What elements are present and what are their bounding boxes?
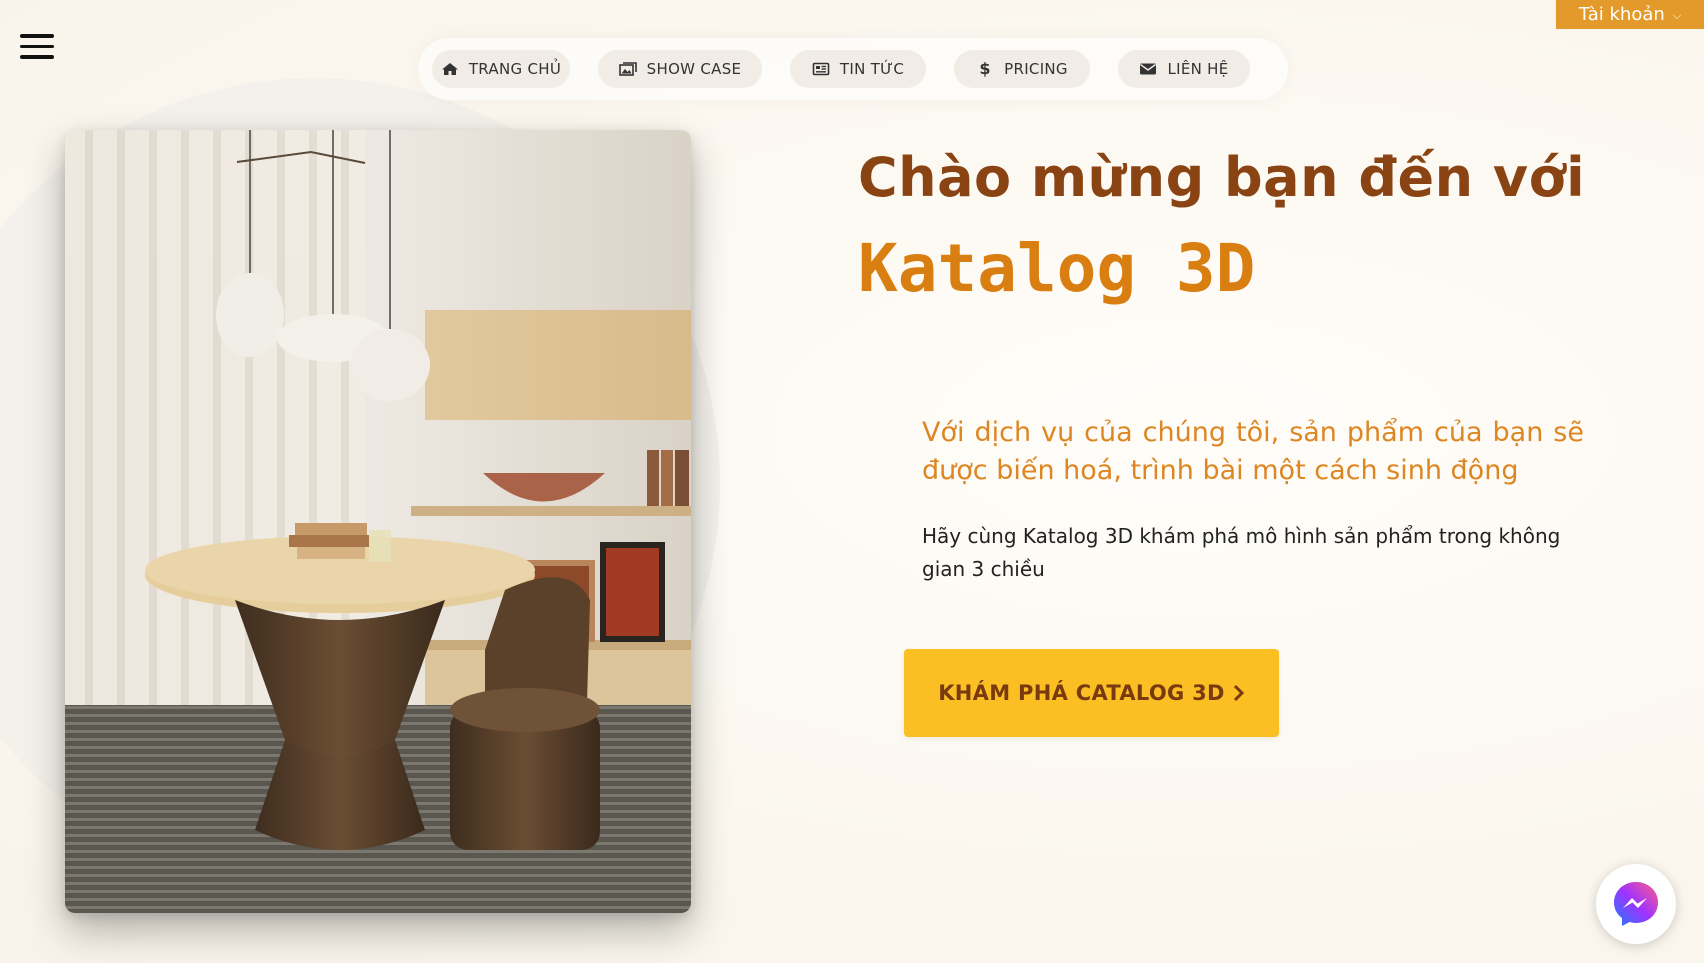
account-dropdown[interactable]: Tài khoản ⌵: [1556, 0, 1704, 29]
home-icon: [441, 63, 458, 75]
hero-interior-image: [65, 130, 691, 913]
main-nav: TRANG CHỦ SHOW CASE TIN TỨC $ PRICING LI…: [418, 38, 1288, 100]
images-icon: [618, 62, 637, 76]
nav-pricing-label: PRICING: [1004, 60, 1068, 78]
welcome-heading: Chào mừng bạn đến với: [858, 146, 1586, 209]
nav-showcase[interactable]: SHOW CASE: [598, 50, 762, 88]
chevron-right-icon: [1233, 684, 1244, 702]
explore-catalog-label: KHÁM PHÁ CATALOG 3D: [938, 681, 1225, 705]
messenger-chat-button[interactable]: [1596, 864, 1676, 944]
messenger-icon: [1614, 882, 1658, 926]
chevron-down-icon: ⌵: [1672, 9, 1682, 22]
nav-pricing[interactable]: $ PRICING: [954, 50, 1090, 88]
nav-news[interactable]: TIN TỨC: [790, 50, 926, 88]
hamburger-menu-icon[interactable]: [20, 34, 54, 60]
newspaper-icon: [812, 62, 830, 76]
nav-showcase-label: SHOW CASE: [646, 60, 742, 78]
envelope-icon: [1140, 63, 1157, 75]
nav-contact[interactable]: LIÊN HỆ: [1118, 50, 1250, 88]
account-label: Tài khoản: [1578, 4, 1665, 25]
nav-news-label: TIN TỨC: [839, 60, 905, 78]
nav-home-label: TRANG CHỦ: [468, 60, 562, 78]
explore-catalog-button[interactable]: KHÁM PHÁ CATALOG 3D: [904, 649, 1279, 737]
hero-tagline: Với dịch vụ của chúng tôi, sản phẩm của …: [922, 417, 1584, 486]
dollar-icon: $: [979, 59, 991, 78]
nav-home[interactable]: TRANG CHỦ: [432, 50, 570, 88]
brand-title: Katalog 3D: [858, 230, 1256, 307]
page: Tài khoản ⌵ TRANG CHỦ SHOW CASE TIN TỨC …: [0, 0, 1704, 963]
nav-contact-label: LIÊN HỆ: [1167, 60, 1229, 78]
hero-description: Hãy cùng Katalog 3D khám phá mô hình sản…: [922, 524, 1561, 581]
